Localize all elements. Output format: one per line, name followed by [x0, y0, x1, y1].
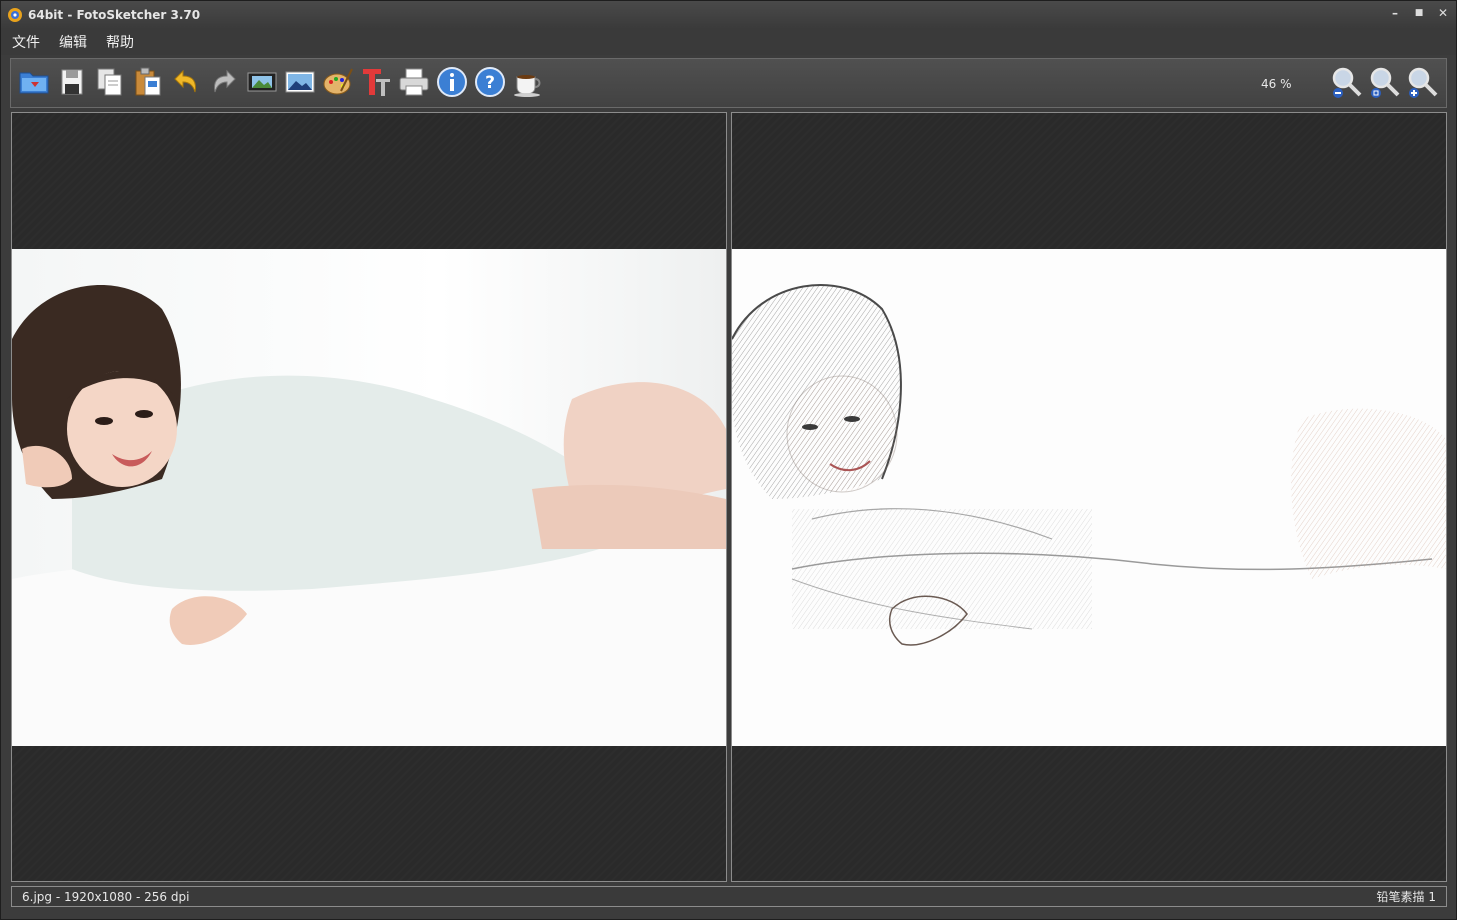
info-icon: [437, 67, 467, 97]
text-button[interactable]: [359, 65, 393, 103]
open-button[interactable]: [17, 65, 51, 103]
print-button[interactable]: [397, 65, 431, 103]
zoom-out-icon: [1332, 67, 1362, 98]
menu-bar: 文件 编辑 帮助: [1, 29, 1456, 55]
zoom-in-icon: [1408, 67, 1438, 98]
text-icon: [363, 69, 390, 96]
original-photo: [12, 249, 726, 746]
image-button[interactable]: [283, 65, 317, 103]
undo-icon: [174, 69, 196, 93]
toolbar: ? 46 %: [10, 58, 1447, 108]
zoom-out-button[interactable]: [1329, 65, 1363, 103]
donate-button[interactable]: [511, 65, 545, 103]
app-window: 64bit - FotoSketcher 3.70 – ■ ✕ 文件 编辑 帮助: [0, 0, 1457, 920]
minimize-button[interactable]: –: [1388, 5, 1402, 21]
copy-button[interactable]: [93, 65, 127, 103]
zoom-in-button[interactable]: [1405, 65, 1439, 103]
window-title: 64bit - FotoSketcher 3.70: [28, 8, 201, 22]
paste-button[interactable]: [131, 65, 165, 103]
film-strip-icon: [247, 72, 277, 92]
undo-button[interactable]: [169, 65, 203, 103]
help-button[interactable]: ?: [473, 65, 507, 103]
open-folder-icon: [19, 72, 49, 94]
menu-edit[interactable]: 编辑: [56, 32, 90, 52]
sketch-photo: [732, 249, 1446, 746]
menu-file[interactable]: 文件: [9, 32, 43, 52]
coffee-icon: [514, 75, 541, 97]
file-info-label: 6.jpg - 1920x1080 - 256 dpi: [22, 889, 190, 904]
svg-text:?: ?: [485, 73, 495, 93]
zoom-reset-button[interactable]: [1367, 65, 1401, 103]
sketch-image-pane[interactable]: [731, 112, 1447, 882]
redo-icon: [214, 69, 236, 93]
paste-icon: [135, 67, 161, 96]
palette-icon: [323, 68, 353, 95]
info-button[interactable]: [435, 65, 469, 103]
redo-button[interactable]: [207, 65, 241, 103]
landscape-image-icon: [285, 71, 315, 93]
print-icon: [399, 68, 429, 96]
maximize-button[interactable]: ■: [1412, 5, 1426, 21]
effect-label: 铅笔素描 1: [1376, 890, 1436, 904]
close-button[interactable]: ✕: [1436, 5, 1450, 21]
title-bar[interactable]: 64bit - FotoSketcher 3.70 – ■ ✕: [1, 1, 1456, 29]
zoom-reset-icon: [1370, 67, 1400, 98]
menu-help[interactable]: 帮助: [103, 32, 137, 52]
status-bar: 6.jpg - 1920x1080 - 256 dpi 铅笔素描 1: [11, 886, 1447, 907]
save-button[interactable]: [55, 65, 89, 103]
copy-icon: [97, 68, 122, 96]
original-image-pane[interactable]: [11, 112, 727, 882]
app-logo-icon: [8, 8, 22, 22]
save-floppy-icon: [61, 69, 83, 95]
zoom-level-label: 46 %: [1261, 77, 1292, 91]
effects-button[interactable]: [321, 65, 355, 103]
help-icon: ?: [475, 67, 505, 97]
sketch-photo-illustration: [732, 284, 1446, 646]
original-photo-illustration: [12, 285, 726, 746]
batch-button[interactable]: [245, 65, 279, 103]
